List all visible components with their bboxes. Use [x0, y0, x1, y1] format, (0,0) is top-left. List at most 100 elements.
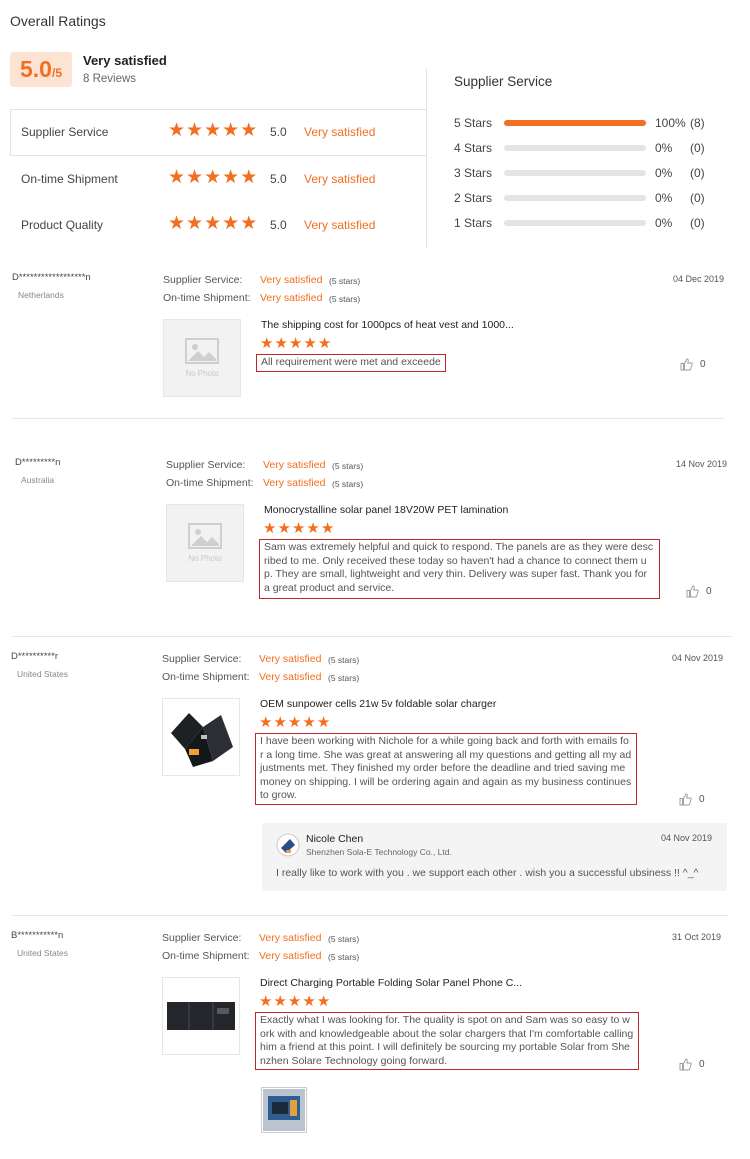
category-label: On-time Shipment: [21, 172, 118, 186]
category-verdict: Very satisfied: [304, 125, 376, 139]
overall-score-badge: 5.0 /5: [10, 52, 72, 87]
breakdown-bar: [504, 120, 646, 126]
on-time-shipment-stars: (5 stars): [329, 294, 361, 304]
category-score: 5.0: [270, 218, 287, 232]
star-icon: ★: [320, 520, 335, 537]
product-title[interactable]: The shipping cost for 1000pcs of heat ve…: [261, 319, 514, 331]
review-separator: [12, 915, 728, 916]
product-photo-placeholder[interactable]: No Photo: [163, 319, 241, 397]
review-date: 14 Nov 2019: [676, 459, 728, 469]
review-separator: [12, 418, 724, 419]
star-icon: ★: [306, 520, 320, 537]
product-photo[interactable]: [162, 698, 240, 776]
star-icon: ★: [186, 120, 204, 141]
product-photo[interactable]: [162, 977, 240, 1055]
like-button[interactable]: 0: [679, 793, 705, 806]
product-title[interactable]: OEM sunpower cells 21w 5v foldable solar…: [260, 698, 496, 710]
star-icon: ★: [260, 335, 274, 352]
no-photo-text: No Photo: [185, 369, 219, 378]
on-time-shipment-stars: (5 stars): [332, 479, 364, 489]
reviewer-name: D*********n: [15, 457, 61, 468]
star-icon: ★: [168, 120, 186, 141]
category-score: 5.0: [270, 125, 287, 139]
breakdown-label: 2 Stars: [454, 191, 493, 205]
breakdown-title: Supplier Service: [454, 74, 553, 89]
on-time-shipment-value: Very satisfied: [263, 477, 326, 489]
supplier-service-label: Supplier Service:: [166, 459, 246, 471]
star-icon: ★: [287, 993, 302, 1010]
overall-summary: Very satisfied: [83, 53, 167, 68]
category-stars: ★ ★ ★ ★ ★: [168, 168, 257, 187]
like-button[interactable]: 0: [679, 1058, 705, 1071]
breakdown-percent: 0%: [655, 141, 673, 155]
product-photo-placeholder[interactable]: No Photo: [166, 504, 244, 582]
reply-name: Nicole Chen: [306, 833, 364, 845]
breakdown-bar-fill: [504, 120, 646, 126]
like-count: 0: [699, 794, 705, 805]
on-time-shipment-label: On-time Shipment:: [166, 477, 254, 489]
like-count: 0: [700, 359, 706, 370]
like-button[interactable]: 0: [680, 358, 706, 371]
breakdown-count: (0): [690, 191, 705, 205]
star-icon: ★: [222, 213, 240, 234]
breakdown-count: (8): [690, 116, 705, 130]
avatar: [276, 833, 300, 857]
on-time-shipment-value: Very satisfied: [259, 671, 322, 683]
review-date: 04 Nov 2019: [672, 653, 724, 663]
breakdown-count: (0): [690, 216, 705, 230]
reply-avatar-icon: [276, 833, 300, 857]
thumbs-up-icon: [686, 585, 699, 598]
breakdown-label: 4 Stars: [454, 141, 493, 155]
star-icon: ★: [240, 213, 258, 234]
review-attachment-photo[interactable]: [261, 1087, 307, 1133]
star-icon: ★: [277, 520, 291, 537]
category-verdict: Very satisfied: [304, 172, 376, 186]
review-stars: ★ ★ ★ ★ ★: [259, 715, 330, 730]
star-icon: ★: [316, 714, 331, 731]
supplier-service-stars: (5 stars): [332, 461, 364, 471]
reviews-count: 8 Reviews: [83, 73, 137, 85]
reviewer-country: United States: [17, 948, 69, 958]
reply-company: Shenzhen Sola-E Technology Co., Ltd.: [306, 847, 452, 857]
thumbs-up-icon: [679, 1058, 692, 1071]
category-stars: ★ ★ ★ ★ ★: [168, 214, 257, 233]
reviewer-name: B***********n: [11, 930, 64, 941]
category-verdict: Very satisfied: [304, 218, 376, 232]
category-label: Supplier Service: [21, 125, 109, 139]
breakdown-bar: [504, 145, 646, 151]
star-icon: ★: [204, 120, 222, 141]
overall-score-value: 5.0: [20, 56, 52, 82]
review-date: 31 Oct 2019: [672, 932, 722, 942]
breakdown-bar: [504, 195, 646, 201]
star-icon: ★: [186, 213, 204, 234]
reviewer-country: United States: [17, 669, 69, 679]
attachment-image: [263, 1089, 305, 1131]
star-icon: ★: [168, 167, 186, 188]
reply-text: I really like to work with you . we supp…: [276, 867, 699, 879]
on-time-shipment-label: On-time Shipment:: [163, 292, 251, 304]
star-icon: ★: [302, 714, 316, 731]
product-title[interactable]: Monocrystalline solar panel 18V20W PET l…: [264, 504, 508, 516]
review-separator: [12, 636, 732, 637]
star-icon: ★: [274, 335, 288, 352]
supplier-service-label: Supplier Service:: [163, 274, 243, 286]
product-title[interactable]: Direct Charging Portable Folding Solar P…: [260, 977, 522, 989]
star-icon: ★: [291, 520, 306, 537]
no-photo-text: No Photo: [188, 554, 222, 563]
star-icon: ★: [259, 714, 273, 731]
category-divider: [426, 69, 427, 248]
solar-panel-image: [167, 1002, 235, 1030]
like-button[interactable]: 0: [686, 585, 712, 598]
breakdown-percent: 0%: [655, 191, 673, 205]
review-stars: ★ ★ ★ ★ ★: [259, 994, 330, 1009]
reviewer-country: Netherlands: [18, 290, 64, 300]
star-icon: ★: [273, 993, 287, 1010]
on-time-shipment-stars: (5 stars): [328, 952, 360, 962]
star-icon: ★: [273, 714, 287, 731]
star-icon: ★: [186, 167, 204, 188]
on-time-shipment-label: On-time Shipment:: [162, 671, 250, 683]
reviewer-country: Australia: [21, 475, 55, 485]
overall-score-max: /5: [51, 66, 62, 80]
category-stars: ★ ★ ★ ★ ★: [168, 121, 257, 140]
supplier-service-value: Very satisfied: [260, 274, 323, 286]
